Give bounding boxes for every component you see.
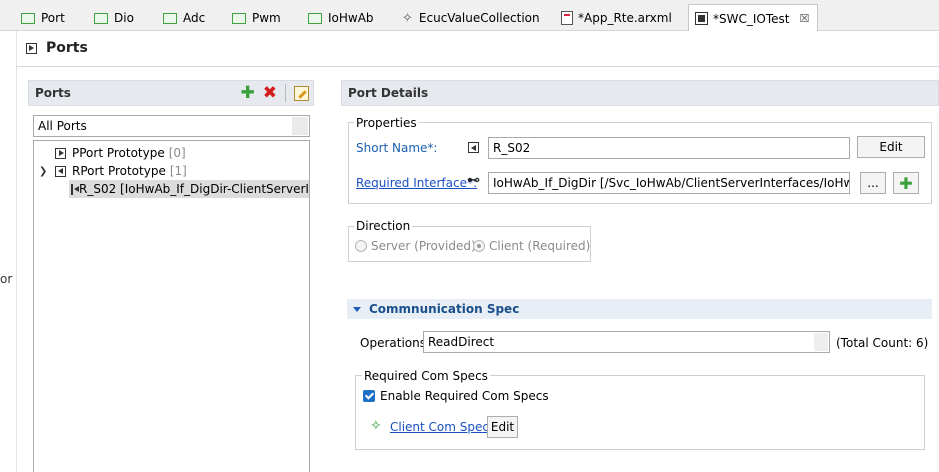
close-icon[interactable]: ☒ <box>799 12 809 25</box>
ports-panel-header: Ports ✚ ✖ <box>28 80 314 106</box>
chevron-down-icon[interactable]: ❯ <box>39 166 51 177</box>
communication-spec-title: Commnunication Spec <box>369 302 520 316</box>
communication-spec-section[interactable]: Commnunication Spec <box>347 299 932 319</box>
client-radio-label: Client (Required) <box>489 239 591 253</box>
arxml-file-icon <box>561 11 573 25</box>
port-icon <box>26 43 37 54</box>
tab-label: Dio <box>114 11 134 25</box>
client-radio[interactable]: Client (Required) <box>473 239 590 253</box>
dropdown-button[interactable] <box>292 117 308 135</box>
tab-adc[interactable]: Adc <box>163 5 205 31</box>
rport-icon <box>55 165 66 177</box>
rport-icon <box>71 183 79 195</box>
module-icon <box>308 12 322 24</box>
tab-swc-iotest[interactable]: *SWC_IOTest ☒ <box>688 4 819 32</box>
tree-node-rport[interactable]: ❯ RPort Prototype [1] <box>39 162 187 180</box>
edit-short-name-button[interactable]: Edit <box>857 136 925 158</box>
tab-label: EcucValueCollection <box>418 11 540 25</box>
module-icon <box>232 12 246 24</box>
tree-node-pport[interactable]: PPort Prototype [0] <box>39 144 186 162</box>
page-header: Ports <box>17 31 939 67</box>
rport-icon <box>468 142 479 153</box>
com-spec-icon: ✧ <box>370 418 382 434</box>
tab-label: IoHwAb <box>328 11 374 25</box>
swc-icon <box>695 12 708 25</box>
interface-icon: ⊷ <box>467 173 480 188</box>
short-name-label: Short Name*: <box>356 141 438 155</box>
required-interface-link[interactable]: Required Interface*: <box>356 176 477 190</box>
operations-value: ReadDirect <box>428 335 495 349</box>
tab-dio[interactable]: Dio <box>94 5 134 31</box>
tree-node-count: [1] <box>169 164 187 178</box>
direction-group-label: Direction <box>354 219 413 233</box>
module-icon <box>21 12 35 24</box>
tree-node-label: RPort Prototype <box>72 164 166 178</box>
module-icon <box>94 12 108 24</box>
gear-icon: ✧ <box>402 10 413 26</box>
radio-button <box>355 240 367 252</box>
ports-tree: PPort Prototype [0] ❯ RPort Prototype [1… <box>33 140 310 472</box>
tree-node-r-s02[interactable]: R_S02 [IoHwAb_If_DigDir-ClientServerInt <box>69 180 309 198</box>
tree-node-count: [0] <box>168 146 186 160</box>
ports-toolbar: ✚ ✖ <box>241 84 309 102</box>
port-details-title: Port Details <box>348 86 429 100</box>
add-icon: ✚ <box>899 173 913 193</box>
add-interface-button[interactable]: ✚ <box>893 172 919 194</box>
tree-node-label: PPort Prototype <box>72 146 165 160</box>
tab-label: Port <box>41 11 65 25</box>
required-com-specs-group <box>355 375 925 450</box>
module-icon <box>163 12 177 24</box>
required-interface-input[interactable]: IoHwAb_If_DigDir [/Svc_IoHwAb/ClientServ… <box>488 172 850 194</box>
enable-required-com-specs-checkbox[interactable]: Enable Required Com Specs <box>363 389 549 403</box>
server-radio-label: Server (Provided) <box>371 239 476 253</box>
tab-label: *App_Rte.arxml <box>578 11 672 25</box>
editor-tab-bar: Port Dio Adc Pwm IoHwAb ✧ EcucValueColle… <box>0 0 939 32</box>
toolbar-divider <box>285 84 286 102</box>
short-name-input[interactable]: R_S02 <box>488 137 850 159</box>
left-sidebar-edge <box>0 31 17 472</box>
filter-value: All Ports <box>38 119 87 133</box>
tab-ecucvaluecollection[interactable]: ✧ EcucValueCollection <box>402 5 540 31</box>
enable-required-com-specs-label: Enable Required Com Specs <box>380 389 549 403</box>
radio-button <box>473 240 485 252</box>
operations-label: Operations <box>360 336 426 350</box>
short-name-value: R_S02 <box>493 141 531 155</box>
edit-icon[interactable] <box>294 85 309 101</box>
pport-icon <box>55 147 66 159</box>
total-count: (Total Count: 6) <box>836 336 929 350</box>
tab-label: *SWC_IOTest <box>713 11 790 26</box>
truncated-sidebar-text: or <box>0 272 13 286</box>
operations-dropdown[interactable]: ReadDirect <box>423 331 830 353</box>
ports-panel-title: Ports <box>35 86 71 100</box>
port-details-header: Port Details <box>341 80 939 106</box>
checkbox <box>363 390 375 402</box>
tab-iohwab[interactable]: IoHwAb <box>308 5 374 31</box>
client-com-spec-edit-button[interactable]: Edit <box>487 416 518 438</box>
properties-group-label: Properties <box>354 116 419 130</box>
server-radio[interactable]: Server (Provided) <box>355 239 476 253</box>
tab-pwm[interactable]: Pwm <box>232 5 281 31</box>
chevron-down-icon <box>353 306 361 312</box>
tree-node-label: R_S02 [IoHwAb_If_DigDir-ClientServerInt <box>79 182 309 196</box>
tab-app-rte-arxml[interactable]: *App_Rte.arxml <box>561 5 672 31</box>
tab-label: Pwm <box>252 11 281 25</box>
page-title: Ports <box>46 40 88 56</box>
add-icon[interactable]: ✚ <box>241 84 255 102</box>
browse-interface-button[interactable]: ... <box>860 172 886 194</box>
ports-filter-dropdown[interactable]: All Ports <box>33 115 310 137</box>
tab-port[interactable]: Port <box>21 5 65 31</box>
required-com-specs-label: Required Com Specs <box>362 369 490 383</box>
dropdown-button[interactable] <box>814 333 828 351</box>
required-interface-value: IoHwAb_If_DigDir [/Svc_IoHwAb/ClientServ… <box>493 176 850 190</box>
client-com-spec-link[interactable]: Client Com Spec <box>390 420 489 434</box>
tab-label: Adc <box>183 11 206 25</box>
delete-icon[interactable]: ✖ <box>263 84 277 102</box>
